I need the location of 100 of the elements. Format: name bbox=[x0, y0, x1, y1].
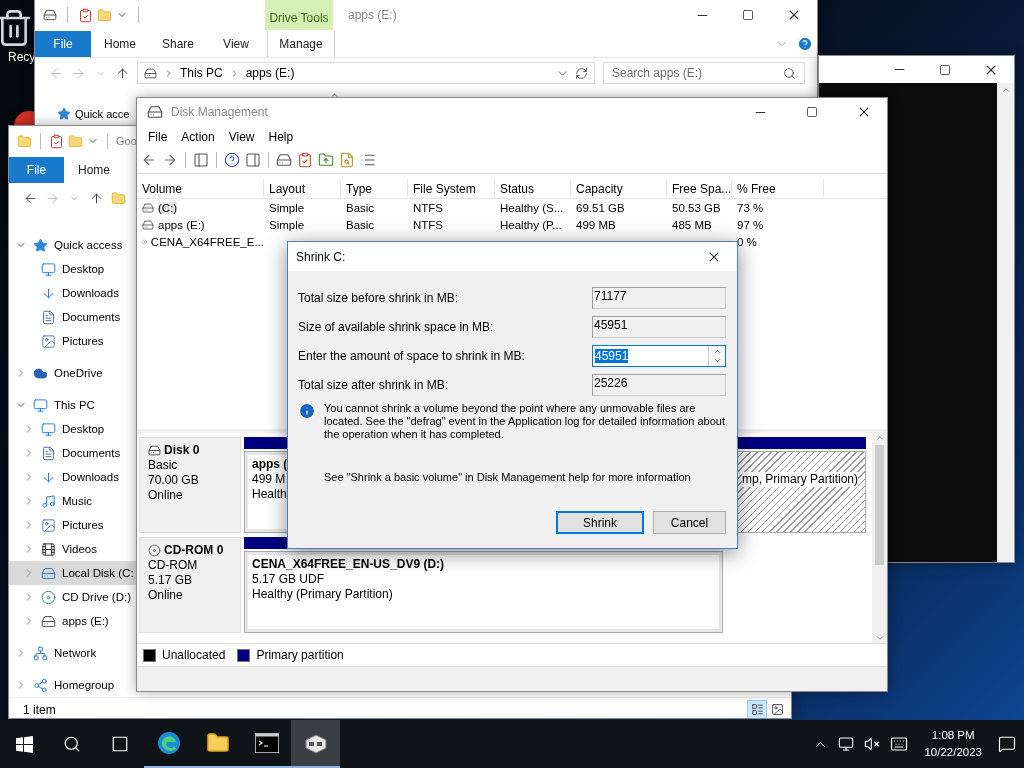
maximize-icon[interactable] bbox=[742, 9, 754, 21]
nav-item[interactable]: Documents bbox=[9, 305, 137, 329]
column-header[interactable]: Status bbox=[495, 179, 571, 198]
document-icon bbox=[41, 445, 56, 461]
menu-item[interactable]: Action bbox=[174, 129, 222, 144]
keyboard-icon[interactable] bbox=[890, 735, 909, 753]
nav-item[interactable]: Quick access bbox=[9, 233, 137, 257]
help-icon[interactable] bbox=[224, 152, 240, 168]
help-text: See "Shrink a basic volume" in Disk Management help for more information bbox=[324, 471, 692, 483]
terminal-icon bbox=[254, 733, 279, 753]
ribbon-tab[interactable]: File bbox=[9, 156, 64, 183]
column-header[interactable]: Layout bbox=[264, 179, 341, 198]
partition-block[interactable]: CENA_X64FREE_EN-US_DV9 (D:) 5.17 GB UDF Healthy (Primary Partition) bbox=[244, 551, 723, 633]
film-icon bbox=[41, 541, 56, 557]
search-field[interactable]: Search apps (E:) bbox=[603, 62, 805, 84]
column-header[interactable]: File System bbox=[408, 179, 495, 198]
nav-item[interactable]: Pictures bbox=[9, 329, 137, 353]
check-icon[interactable] bbox=[297, 152, 313, 168]
action-pane-icon[interactable] bbox=[245, 152, 261, 168]
nav-item[interactable]: Quick acce bbox=[75, 108, 130, 120]
back-icon[interactable] bbox=[141, 152, 157, 168]
download-icon bbox=[41, 285, 56, 301]
nav-item[interactable]: Desktop bbox=[9, 417, 137, 441]
ribbon-tab[interactable]: Home bbox=[91, 30, 149, 57]
nav-item[interactable]: Local Disk (C: bbox=[9, 561, 137, 585]
up-icon[interactable] bbox=[114, 65, 130, 81]
table-cell: apps (E:) bbox=[158, 218, 205, 231]
nav-item[interactable]: Desktop bbox=[9, 257, 137, 281]
notifications-icon[interactable] bbox=[998, 735, 1016, 753]
drive-icon bbox=[148, 444, 161, 457]
search-icon[interactable] bbox=[63, 735, 81, 753]
ribbon-tab[interactable]: File bbox=[35, 30, 91, 57]
status-text: 1 item bbox=[23, 702, 56, 717]
forward-icon[interactable] bbox=[162, 152, 178, 168]
ribbon-tab[interactable]: Share bbox=[149, 30, 207, 57]
breadcrumb-item[interactable]: apps (E:) bbox=[245, 66, 295, 80]
folder-icon bbox=[205, 731, 230, 755]
details-view-icon bbox=[750, 703, 764, 716]
menu-item[interactable]: View bbox=[221, 129, 262, 144]
address-bar[interactable]: This PC apps (E:) bbox=[137, 62, 595, 84]
console-tree-icon[interactable] bbox=[193, 152, 209, 168]
task-view-icon[interactable] bbox=[111, 735, 129, 753]
drive-icon bbox=[144, 66, 157, 80]
ribbon-tab[interactable]: Home bbox=[64, 156, 124, 183]
spin-field[interactable]: 45951 bbox=[592, 344, 726, 367]
column-header[interactable]: Volume bbox=[137, 179, 264, 198]
clock[interactable]: 1:08 PM 10/22/2023 bbox=[924, 727, 982, 761]
start-icon[interactable] bbox=[15, 735, 33, 753]
nav-item[interactable]: Documents bbox=[9, 441, 137, 465]
window-title: apps (E:) bbox=[348, 8, 397, 22]
menu-item[interactable]: File bbox=[141, 129, 175, 144]
field-label: Enter the amount of space to shrink in MB: bbox=[298, 348, 525, 363]
maximize-icon[interactable] bbox=[806, 106, 818, 118]
nav-item[interactable]: This PC bbox=[9, 393, 137, 417]
computer-icon bbox=[33, 397, 48, 413]
ribbon-tab[interactable]: Manage bbox=[267, 30, 335, 57]
app-icon[interactable] bbox=[14, 111, 34, 125]
info-icon bbox=[298, 402, 316, 420]
nav-item[interactable]: Homegroup bbox=[9, 673, 137, 697]
dialog-button[interactable]: Shrink bbox=[556, 511, 644, 534]
disk-detail: Online bbox=[148, 588, 184, 603]
column-header[interactable]: % Free bbox=[732, 179, 824, 198]
nav-item[interactable]: OneDrive bbox=[9, 361, 137, 385]
table-cell: Simple bbox=[269, 201, 305, 214]
value-field: 71177 bbox=[592, 286, 726, 309]
nav-item[interactable]: CD Drive (D:) bbox=[9, 585, 137, 609]
desktop-icon-label[interactable]: Recy bbox=[8, 50, 36, 64]
column-header[interactable]: Free Spa... bbox=[667, 179, 732, 198]
properties-icon[interactable] bbox=[360, 152, 376, 168]
table-cell: Healthy (S... bbox=[500, 201, 564, 214]
ribbon-tab[interactable]: View bbox=[207, 30, 265, 57]
taskbar-app[interactable] bbox=[291, 720, 340, 768]
scrollbar[interactable] bbox=[872, 433, 887, 643]
dialog-button[interactable]: Cancel bbox=[653, 511, 726, 534]
nav-item[interactable]: Network bbox=[9, 641, 137, 665]
volume-muted-icon[interactable] bbox=[864, 736, 881, 752]
table-cell: NTFS bbox=[413, 201, 444, 214]
breadcrumb-item[interactable]: This PC bbox=[180, 66, 223, 80]
details-view-button[interactable] bbox=[747, 699, 767, 718]
drive-icon bbox=[41, 565, 56, 581]
nav-item[interactable]: Pictures bbox=[9, 513, 137, 537]
nav-item[interactable]: Downloads bbox=[9, 281, 137, 305]
nav-item[interactable]: apps (E:) bbox=[9, 609, 137, 633]
network-icon[interactable] bbox=[838, 736, 855, 752]
drive-icon[interactable] bbox=[276, 152, 292, 168]
nav-item[interactable]: Videos bbox=[9, 537, 137, 561]
folder-up-icon[interactable] bbox=[318, 152, 334, 168]
menu-item[interactable]: Help bbox=[261, 129, 301, 144]
column-header[interactable]: Capacity bbox=[571, 179, 667, 198]
monitor-icon bbox=[41, 421, 56, 437]
nav-item[interactable]: Downloads bbox=[9, 465, 137, 489]
search-folder-icon[interactable] bbox=[339, 152, 355, 168]
back-icon[interactable] bbox=[22, 190, 38, 206]
refresh-icon[interactable] bbox=[575, 66, 588, 80]
up-icon[interactable] bbox=[88, 190, 104, 206]
table-cell: 97 % bbox=[737, 218, 764, 231]
maximize-icon[interactable] bbox=[939, 63, 951, 76]
value-field: 25226 bbox=[592, 373, 726, 396]
nav-item[interactable]: Music bbox=[9, 489, 137, 513]
column-header[interactable]: Type bbox=[341, 179, 408, 198]
